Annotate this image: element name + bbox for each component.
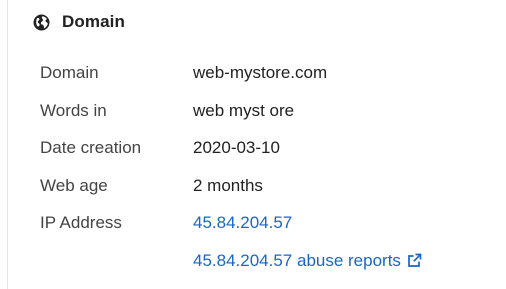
abuse-reports-link[interactable]: 45.84.204.57 abuse reports [193,251,422,270]
web-age-value: 2 months [193,175,263,195]
external-link-icon [407,253,422,268]
words-in-value: web myst ore [193,100,295,120]
date-creation-value: 2020-03-10 [193,138,280,157]
row-words-in: Words in web myst ore [40,97,480,135]
domain-info-table: Domain web-mystore.com Words in web myst… [40,59,480,284]
row-label: Words in [40,100,107,120]
globe-icon [33,14,50,31]
row-ip-address: IP Address 45.84.204.57 [40,209,480,247]
row-web-age: Web age 2 months [40,172,480,210]
abuse-reports-value: 45.84.204.57 abuse reports [193,247,422,275]
row-label: Web age [40,175,108,195]
row-label: Date creation [40,138,142,157]
row-abuse-reports: 45.84.204.57 abuse reports [40,247,480,285]
ip-address-value: 45.84.204.57 [193,209,292,237]
row-date-creation: Date creation 2020-03-10 [40,134,480,172]
abuse-reports-link-text: 45.84.204.57 abuse reports [193,250,401,270]
ip-address-link[interactable]: 45.84.204.57 [193,213,292,232]
card-left-border [7,0,8,289]
card-title: Domain [62,12,125,31]
row-label: IP Address [40,213,122,232]
domain-card: Domain Domain web-mystore.com Words in w… [0,0,506,289]
row-label: Domain [40,63,99,82]
row-domain: Domain web-mystore.com [40,59,480,97]
card-header: Domain [33,10,125,34]
domain-value: web-mystore.com [193,63,328,82]
